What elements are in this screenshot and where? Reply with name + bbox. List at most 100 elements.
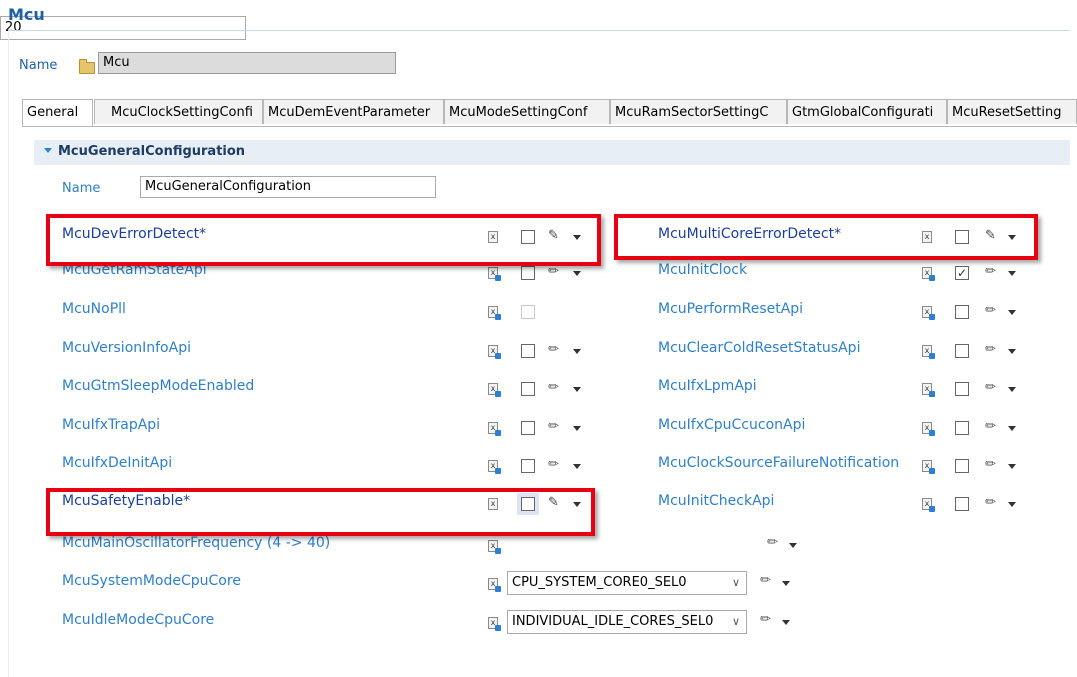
dropdown-arrow-icon[interactable] xyxy=(782,620,790,625)
select-value: INDIVIDUAL_IDLE_CORES_SEL0 xyxy=(512,614,714,629)
pencil-icon[interactable]: ✏ xyxy=(760,612,771,627)
mode-select[interactable]: INDIVIDUAL_IDLE_CORES_SEL0 ∨ xyxy=(507,610,747,634)
tab-gtm-global[interactable]: GtmGlobalConfigurati xyxy=(787,99,947,124)
xb-icon: x xyxy=(488,306,501,320)
param-label: McuIfxTrapApi xyxy=(62,417,161,433)
xb-icon: x xyxy=(922,267,935,281)
dropdown-arrow-icon[interactable] xyxy=(782,581,790,586)
param-label: McuPerformResetApi xyxy=(658,301,804,317)
param-checkbox[interactable] xyxy=(521,459,535,473)
tab-mcu-reset-setting[interactable]: McuResetSetting xyxy=(947,99,1077,124)
xb-icon: x xyxy=(488,422,501,436)
param-label: McuIfxDeInitApi xyxy=(62,455,173,471)
param-label: McuClearColdResetStatusApi xyxy=(658,340,861,356)
pencil-icon[interactable]: ✏ xyxy=(548,457,559,472)
pencil-icon[interactable]: ✏ xyxy=(985,380,996,395)
dropdown-arrow-icon[interactable] xyxy=(573,271,581,276)
xb-icon: x xyxy=(488,540,501,554)
param-checkbox[interactable] xyxy=(955,382,969,396)
param-label: McuMainOscillatorFrequency (4 -> 40) xyxy=(62,535,331,551)
param-label: McuInitClock xyxy=(658,262,748,278)
dropdown-arrow-icon[interactable] xyxy=(1008,502,1016,507)
xb-icon: x xyxy=(922,422,935,436)
name-label: Name xyxy=(19,58,58,73)
tab-general[interactable]: General xyxy=(22,99,93,126)
xb-icon: x xyxy=(922,306,935,320)
pencil-icon[interactable]: ✏ xyxy=(985,342,996,357)
param-checkbox[interactable] xyxy=(955,459,969,473)
folder-icon xyxy=(79,59,95,74)
tab-mcu-clock-setting[interactable]: McuClockSettingConfi xyxy=(94,99,263,124)
name-field[interactable]: Mcu xyxy=(98,52,396,74)
pencil-icon[interactable]: ✏ xyxy=(985,303,996,318)
pencil-icon[interactable]: ✏ xyxy=(985,495,996,510)
pencil-icon[interactable]: ✏ xyxy=(760,573,771,588)
page-title: Mcu xyxy=(8,5,45,24)
dropdown-arrow-icon[interactable] xyxy=(1008,271,1016,276)
chevron-down-icon[interactable]: ∨ xyxy=(732,572,740,594)
xb-icon: x xyxy=(488,267,501,281)
header-divider xyxy=(8,30,1070,31)
highlight-box-multicore xyxy=(614,214,1038,260)
left-border xyxy=(8,31,9,677)
param-checkbox[interactable] xyxy=(955,305,969,319)
pencil-icon[interactable]: ✏ xyxy=(985,264,996,279)
dropdown-arrow-icon[interactable] xyxy=(1008,387,1016,392)
param-label: McuIfxLpmApi xyxy=(658,378,757,394)
param-label: McuIfxCpuCcuconApi xyxy=(658,417,806,433)
param-checkbox[interactable] xyxy=(521,344,535,358)
tab-mcu-ram-sector[interactable]: McuRamSectorSettingC xyxy=(610,99,787,124)
highlight-box-safety xyxy=(46,488,595,536)
section-title[interactable]: McuGeneralConfiguration xyxy=(44,144,245,159)
xb-icon: x xyxy=(922,498,935,512)
tab-bar: General McuClockSettingConfi McuDemEvent… xyxy=(22,99,1077,127)
pencil-icon[interactable]: ✏ xyxy=(548,342,559,357)
param-checkbox[interactable] xyxy=(955,344,969,358)
xb-icon: x xyxy=(922,345,935,359)
pencil-icon[interactable]: ✏ xyxy=(548,264,559,279)
param-grid: McuDevErrorDetect* x ✎ McuGetRamStateApi x ✏ M… xyxy=(0,16,1077,634)
xb-icon: x xyxy=(922,383,935,397)
section-name-field[interactable]: McuGeneralConfiguration xyxy=(140,176,436,198)
dropdown-arrow-icon[interactable] xyxy=(573,349,581,354)
param-checkbox xyxy=(521,305,535,319)
param-label: McuSystemModeCpuCore xyxy=(62,573,241,589)
param-checkbox[interactable] xyxy=(521,266,535,280)
collapse-triangle-icon[interactable] xyxy=(44,148,52,153)
tab-mcu-mode-setting[interactable]: McuModeSettingConf xyxy=(444,99,610,124)
param-label: McuClockSourceFailureNotification xyxy=(658,455,900,471)
dropdown-arrow-icon[interactable] xyxy=(1008,426,1016,431)
xb-icon: x xyxy=(488,383,501,397)
pencil-icon[interactable]: ✏ xyxy=(985,419,996,434)
dropdown-arrow-icon[interactable] xyxy=(1008,464,1016,469)
param-label: McuVersionInfoApi xyxy=(62,340,191,356)
xb-icon: x xyxy=(488,617,501,631)
select-value: CPU_SYSTEM_CORE0_SEL0 xyxy=(512,575,687,590)
section-name-label: Name xyxy=(62,181,101,196)
param-label: McuInitCheckApi xyxy=(658,493,775,509)
param-checkbox[interactable] xyxy=(521,382,535,396)
dropdown-arrow-icon[interactable] xyxy=(573,464,581,469)
pencil-icon[interactable]: ✏ xyxy=(548,419,559,434)
param-checkbox[interactable] xyxy=(521,421,535,435)
dropdown-arrow-icon[interactable] xyxy=(1008,349,1016,354)
xb-icon: x xyxy=(922,460,935,474)
chevron-down-icon[interactable]: ∨ xyxy=(732,611,740,633)
pencil-icon[interactable]: ✏ xyxy=(548,380,559,395)
param-checkbox[interactable] xyxy=(955,421,969,435)
pencil-icon[interactable]: ✏ xyxy=(985,457,996,472)
tab-mcu-dem-event[interactable]: McuDemEventParameter xyxy=(263,99,444,124)
param-label: McuGtmSleepModeEnabled xyxy=(62,378,255,394)
param-label: McuIdleModeCpuCore xyxy=(62,612,215,628)
dropdown-arrow-icon[interactable] xyxy=(1008,310,1016,315)
pencil-icon[interactable]: ✏ xyxy=(767,535,778,550)
param-label: McuNoPll xyxy=(62,301,126,317)
param-checkbox[interactable]: ✓ xyxy=(955,266,969,280)
mode-select[interactable]: CPU_SYSTEM_CORE0_SEL0 ∨ xyxy=(507,571,747,595)
xb-icon: x xyxy=(488,460,501,474)
dropdown-arrow-icon[interactable] xyxy=(573,426,581,431)
param-checkbox[interactable] xyxy=(955,497,969,511)
dropdown-arrow-icon[interactable] xyxy=(789,543,797,548)
dropdown-arrow-icon[interactable] xyxy=(573,387,581,392)
highlight-box-dev-error xyxy=(46,214,601,266)
